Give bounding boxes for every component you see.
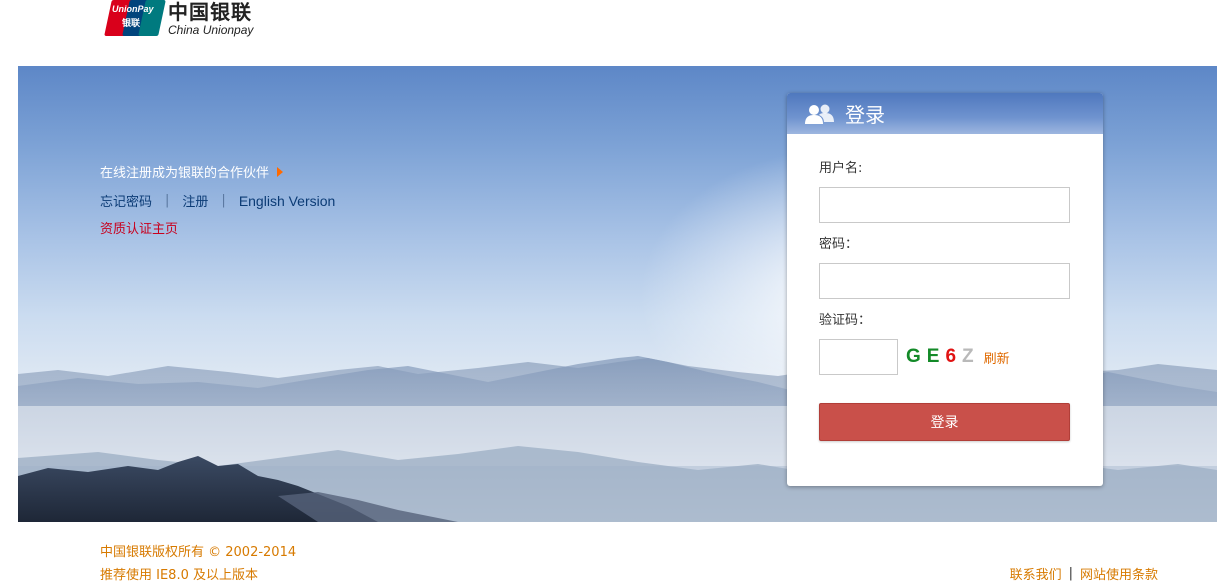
captcha-input[interactable] — [819, 339, 898, 375]
logo-text-cn: 中国银联 — [168, 0, 252, 24]
captcha-label: 验证码： — [819, 313, 872, 328]
login-header: 登录 — [787, 93, 1103, 134]
refresh-captcha-link[interactable]: 刷新 — [984, 348, 1010, 367]
divider: | — [1068, 566, 1073, 581]
contact-us-link[interactable]: 联系我们 — [1010, 564, 1062, 582]
username-label: 用户名: — [819, 161, 863, 176]
logo-badge-cn: 银联 — [122, 19, 141, 29]
captcha-char: G — [906, 346, 927, 367]
login-button[interactable]: 登录 — [819, 403, 1070, 441]
divider: | — [221, 193, 226, 208]
logo-text-en: China Unionpay — [168, 23, 254, 37]
register-partner-link[interactable]: 在线注册成为银联的合作伙伴 — [100, 162, 284, 181]
forgot-password-link[interactable]: 忘记密码 — [100, 191, 152, 210]
english-version-link[interactable]: English Version — [239, 193, 336, 209]
username-input[interactable] — [819, 187, 1070, 223]
footer-links: 联系我们 | 网站使用条款 — [1010, 564, 1158, 582]
unionpay-badge-icon: UnionPay 银联 — [104, 0, 166, 36]
unionpay-logo[interactable]: UnionPay 银联 中国银联 China Unionpay — [104, 0, 254, 40]
register-partner-label: 在线注册成为银联的合作伙伴 — [100, 166, 270, 181]
logo-badge-en: UnionPay — [112, 4, 154, 14]
password-label: 密码： — [819, 237, 859, 252]
password-input[interactable] — [819, 263, 1070, 299]
login-title: 登录 — [845, 103, 885, 127]
captcha-char: Z — [962, 346, 980, 367]
terms-link[interactable]: 网站使用条款 — [1080, 564, 1158, 582]
certification-home-link[interactable]: 资质认证主页 — [100, 218, 335, 237]
register-link[interactable]: 注册 — [182, 191, 208, 210]
login-panel: 登录 用户名: 密码： 验证码： G E 6 Z 刷新 登录 — [787, 93, 1103, 486]
divider: | — [165, 193, 170, 208]
copyright-text: 中国银联版权所有 © 2002-2014 — [100, 545, 297, 560]
browser-note: 推荐使用 IE8.0 及以上版本 — [100, 568, 258, 582]
users-icon — [805, 104, 834, 124]
captcha-image[interactable]: G E 6 Z — [906, 346, 980, 368]
captcha-char: 6 — [945, 346, 963, 367]
footer-info: 中国银联版权所有 © 2002-2014 推荐使用 IE8.0 及以上版本 — [100, 541, 296, 582]
triangle-right-icon — [277, 166, 284, 177]
captcha-char: E — [926, 346, 946, 367]
